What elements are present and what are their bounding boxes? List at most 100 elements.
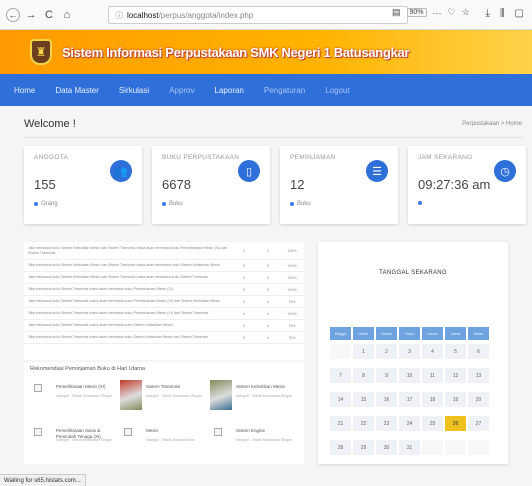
book-item[interactable]: Sistem Kelistrikan Mesin Kategori : Tekni…	[210, 380, 300, 422]
url-host: localhost	[127, 10, 159, 20]
download-icon[interactable]: ⤓	[486, 8, 490, 19]
calendar-date[interactable]: 9	[376, 368, 397, 383]
zoom-level[interactable]: 90%	[406, 8, 427, 17]
calendar-date[interactable]: 1	[353, 344, 374, 359]
back-icon[interactable]: ←	[6, 7, 20, 22]
calendar-date[interactable]: 8	[353, 368, 374, 383]
calendar-date[interactable]: 20	[468, 392, 489, 407]
pocket-icon[interactable]: ♡	[448, 7, 456, 18]
sidebar-icon[interactable]: ▢	[515, 8, 524, 19]
calendar-date[interactable]: 2	[376, 344, 397, 359]
calendar-date[interactable]: 15	[353, 392, 374, 407]
recommendation-title: Rekomendasi Peminjaman Buku di Hari Utam…	[30, 366, 145, 372]
calendar-today[interactable]: 26	[445, 416, 466, 431]
divider	[24, 137, 524, 138]
calendar-date[interactable]: 25	[422, 416, 443, 431]
card-sub-label: Buku	[297, 201, 311, 207]
rule-confidence: 100%	[287, 275, 297, 280]
calendar-date[interactable]: 30	[376, 440, 397, 455]
calendar-date[interactable]: 28	[330, 440, 351, 455]
calendar-date[interactable]: 3	[399, 344, 420, 359]
calendar-date	[422, 440, 443, 455]
card-sub: Buku	[290, 201, 388, 207]
menu-item-logout[interactable]: Logout	[325, 86, 349, 95]
book-title[interactable]: Sistem Transmisi	[146, 384, 206, 390]
calendar-date[interactable]: 7	[330, 368, 351, 383]
site-info-icon[interactable]: ⓘ	[115, 10, 123, 21]
url-bar[interactable]: ⓘ localhost /perpus/anggota/index.php	[108, 6, 408, 24]
calendar-day-header: Kamis	[422, 327, 443, 340]
home-icon[interactable]: ⌂	[60, 8, 74, 22]
menu-item-laporan[interactable]: Laporan	[215, 86, 244, 95]
users-icon: 👥	[110, 160, 132, 182]
browser-status: Waiting for s65.histats.com...	[0, 474, 86, 486]
table-row: Jika membaca buku Sistem Transmisi maka …	[24, 308, 304, 320]
rule-text: Jika membaca buku Sistem Kelistrikan Mes…	[28, 263, 220, 267]
reload-icon[interactable]: C	[42, 8, 56, 22]
bookmark-star-icon[interactable]: ☆	[462, 7, 470, 18]
menu-item-sirkulasi[interactable]: Sirkulasi	[119, 86, 149, 95]
calendar-date[interactable]: 21	[330, 416, 351, 431]
broken-image-icon[interactable]	[124, 428, 132, 436]
rule-count-a: 3	[243, 248, 245, 253]
calendar-date[interactable]: 17	[399, 392, 420, 407]
calendar-date[interactable]: 16	[376, 392, 397, 407]
book-item[interactable]: Sistem Engine Kategori : Teknik Kendaraan…	[210, 424, 300, 466]
calendar-day-header: Minggu	[330, 327, 351, 340]
calendar-date[interactable]: 19	[445, 392, 466, 407]
broken-image-icon[interactable]	[34, 428, 42, 436]
book-title[interactable]: Pemeliharaan Mesin (XI)	[56, 384, 116, 390]
book-title[interactable]: Sistem Engine	[236, 428, 296, 434]
broken-image-icon[interactable]	[214, 428, 222, 436]
page-actions-icon[interactable]: ···	[433, 8, 442, 18]
broken-image-icon[interactable]	[34, 384, 42, 392]
forward-icon[interactable]: →	[24, 8, 38, 22]
rule-count-b: 4	[267, 335, 269, 340]
calendar-date[interactable]: 27	[468, 416, 489, 431]
calendar-day-header: Rabu	[399, 327, 420, 340]
rule-count-b: 3	[267, 287, 269, 292]
menu-item-pengaturan[interactable]: Pengaturan	[264, 86, 305, 95]
book-title[interactable]: Sistem Kelistrikan Mesin	[236, 384, 296, 390]
menu-item-home[interactable]: Home	[14, 86, 35, 95]
calendar-date[interactable]: 22	[353, 416, 374, 431]
calendar-date[interactable]: 29	[353, 440, 374, 455]
reader-view-icon[interactable]: ▤	[392, 7, 401, 18]
calendar-date[interactable]: 6	[468, 344, 489, 359]
calendar-date[interactable]: 24	[399, 416, 420, 431]
book-item[interactable]: Pemeliharaan Mesin (XI) Kategori : Teknik…	[30, 380, 120, 422]
calendar-date[interactable]: 23	[376, 416, 397, 431]
calendar-date[interactable]: 31	[399, 440, 420, 455]
calendar-date[interactable]: 18	[422, 392, 443, 407]
book-cover[interactable]	[120, 380, 142, 410]
book-item[interactable]: Sistem Transmisi Kategori : Teknik Kendar…	[120, 380, 210, 422]
clock-icon: ◷	[494, 160, 516, 182]
rule-count-b: 4	[267, 299, 269, 304]
rule-count-a: 3	[243, 263, 245, 268]
calendar-date[interactable]: 5	[445, 344, 466, 359]
book-title[interactable]: Mesin	[146, 428, 206, 434]
calendar-date[interactable]: 10	[399, 368, 420, 383]
calendar-title: TANGGAL SEKARANG	[379, 270, 447, 276]
calendar-date[interactable]: 4	[422, 344, 443, 359]
rule-count-a: 3	[243, 323, 245, 328]
book-cover[interactable]	[210, 380, 232, 410]
calendar-date[interactable]: 13	[468, 368, 489, 383]
book-item[interactable]: Pemeliharaan Sasis & Pemindah Tenaga (XI…	[30, 424, 120, 466]
breadcrumb[interactable]: Perpustakaan > Home	[462, 121, 522, 127]
calendar-date[interactable]: 11	[422, 368, 443, 383]
library-icon[interactable]: ⫼	[500, 8, 505, 19]
menu-item-data-master[interactable]: Data Master	[55, 86, 99, 95]
stat-card-buku-perpustakaan: BUKU PERPUSTAKAAN 6678 Buku ▯	[152, 146, 270, 224]
rule-confidence: 75%	[288, 335, 296, 340]
table-row: Jika membaca buku Sistem Transmisi maka …	[24, 296, 304, 308]
book-item[interactable]: Mesin Kategori : Teknik Sepeda Motor	[120, 424, 210, 466]
card-sub	[418, 201, 516, 205]
calendar-date[interactable]: 14	[330, 392, 351, 407]
calendar-day-header: Selasa	[376, 327, 397, 340]
calendar-date[interactable]: 12	[445, 368, 466, 383]
calendar-panel: TANGGAL SEKARANG Minggu Senin Selasa Rabu Ka…	[318, 242, 508, 464]
menu-item-approv[interactable]: Approv	[169, 86, 194, 95]
tablet-icon: ▯	[238, 160, 260, 182]
rule-count-a: 3	[243, 287, 245, 292]
